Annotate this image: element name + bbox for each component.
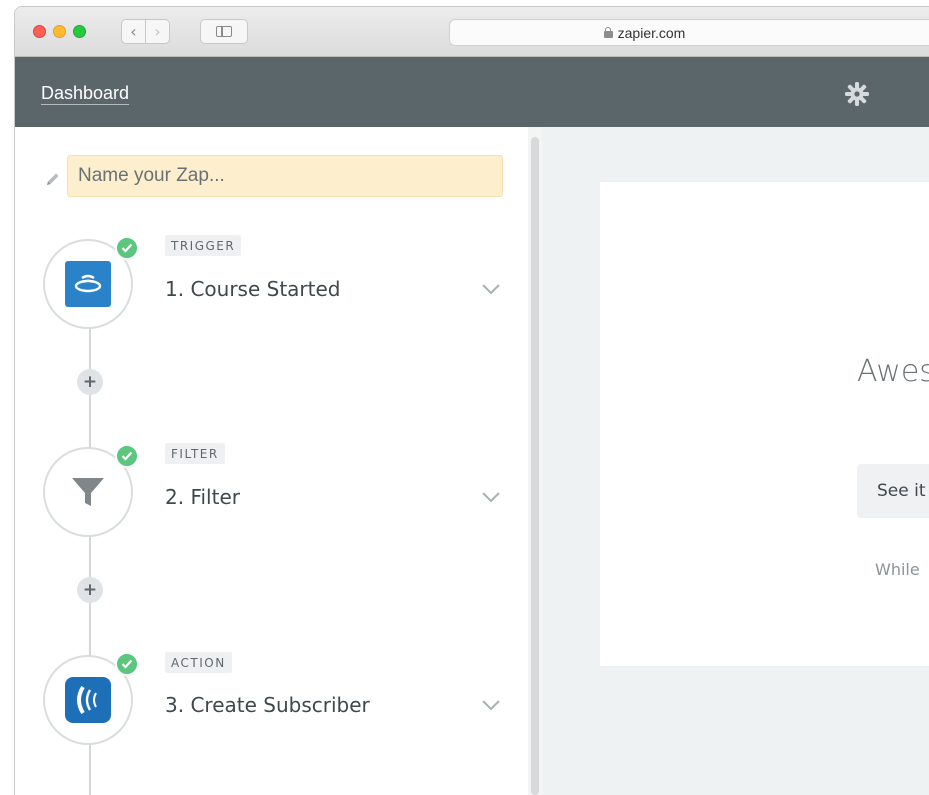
dashboard-link[interactable]: Dashboard xyxy=(41,83,130,105)
step-type-badge: FILTER xyxy=(165,443,225,464)
browser-toolbar: ‹ › zapier.com xyxy=(15,7,929,57)
check-icon xyxy=(115,652,139,676)
back-button[interactable]: ‹ xyxy=(121,19,146,44)
zoom-window-button[interactable] xyxy=(73,25,86,38)
step-detail-pane: Awes See it While xyxy=(542,127,929,795)
editor-scrollbar[interactable] xyxy=(528,127,542,795)
campaign-monitor-logo xyxy=(65,677,111,723)
sidebar-icon xyxy=(216,26,232,37)
plus-icon: + xyxy=(82,371,98,392)
chevron-down-icon[interactable] xyxy=(481,699,501,711)
browser-window: ‹ › zapier.com Dashboard Name your Zap..… xyxy=(14,6,929,795)
check-icon xyxy=(115,236,139,260)
forward-button[interactable]: › xyxy=(145,19,170,44)
zap-name-input[interactable] xyxy=(67,155,503,197)
detail-card: Awes See it While xyxy=(600,182,929,666)
gear-icon[interactable] xyxy=(843,80,871,108)
chevron-down-icon[interactable] xyxy=(481,283,501,295)
see-it-button[interactable]: See it xyxy=(857,464,929,518)
chevron-down-icon[interactable] xyxy=(481,491,501,503)
chevron-left-icon: ‹ xyxy=(130,21,137,41)
lock-icon xyxy=(603,27,613,38)
course-app-logo xyxy=(65,261,111,307)
url-text: zapier.com xyxy=(617,24,686,41)
sidebar-toggle-button[interactable] xyxy=(200,19,248,44)
check-icon xyxy=(115,444,139,468)
close-window-button[interactable] xyxy=(33,25,46,38)
step-type-badge: ACTION xyxy=(165,652,232,673)
zap-editor-pane: + + TRIGGER 1. Course Started xyxy=(15,127,528,795)
address-bar[interactable]: zapier.com xyxy=(449,19,929,46)
scrollbar-thumb[interactable] xyxy=(531,137,539,795)
add-step-button[interactable]: + xyxy=(77,577,103,603)
step-connector xyxy=(89,743,91,795)
filter-funnel-icon xyxy=(72,478,104,506)
minimize-window-button[interactable] xyxy=(53,25,66,38)
step-title[interactable]: 2. Filter xyxy=(165,485,240,509)
step-title[interactable]: 3. Create Subscriber xyxy=(165,693,370,717)
app-header: Dashboard xyxy=(15,57,929,127)
card-heading: Awes xyxy=(857,354,929,389)
pencil-icon xyxy=(47,173,59,185)
card-note: While xyxy=(875,560,920,579)
add-step-button[interactable]: + xyxy=(77,369,103,395)
step-type-badge: TRIGGER xyxy=(165,235,242,256)
step-title[interactable]: 1. Course Started xyxy=(165,277,340,301)
chevron-right-icon: › xyxy=(154,21,161,41)
plus-icon: + xyxy=(82,579,98,600)
